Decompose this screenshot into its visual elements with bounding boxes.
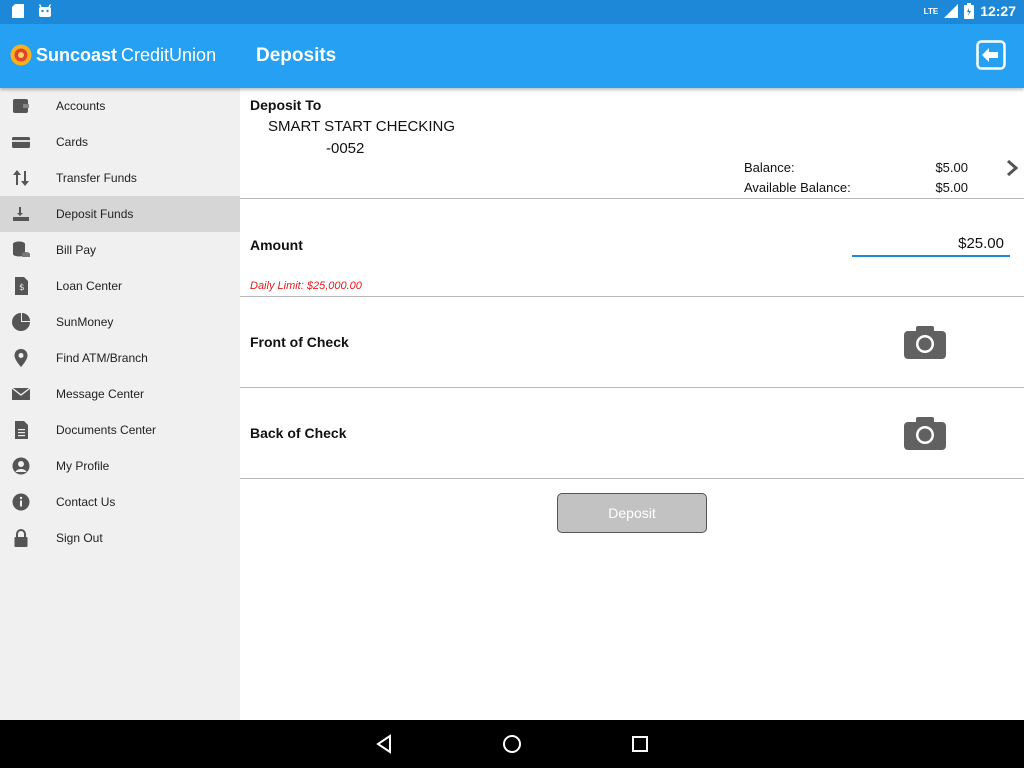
daily-limit-text: Daily Limit: $25,000.00 xyxy=(250,280,362,292)
sidebar-item-label: Cards xyxy=(56,135,89,149)
sidebar-item-sunmoney[interactable]: SunMoney xyxy=(0,304,240,340)
home-icon[interactable] xyxy=(500,732,524,756)
camera-icon[interactable] xyxy=(904,325,946,359)
sidebar-item-label: My Profile xyxy=(56,459,110,473)
available-balance-value: $5.00 xyxy=(935,180,968,195)
sidebar: Accounts Cards Transfer Funds Deposit Fu… xyxy=(0,88,240,720)
sidebar-item-documents-center[interactable]: Documents Center xyxy=(0,412,240,448)
account-number: -0052 xyxy=(326,140,365,157)
chevron-right-icon[interactable] xyxy=(1006,160,1018,176)
lock-icon xyxy=(14,529,28,547)
status-bar: LTE 12:27 xyxy=(0,0,1024,24)
sidebar-item-label: Sign Out xyxy=(56,531,103,545)
sidebar-item-contact-us[interactable]: Contact Us xyxy=(0,484,240,520)
balance-value: $5.00 xyxy=(935,160,968,175)
document-icon xyxy=(15,421,28,439)
svg-text:$: $ xyxy=(19,283,25,293)
sidebar-item-label: SunMoney xyxy=(56,315,114,329)
system-nav-bar xyxy=(0,720,1024,768)
deposit-to-section[interactable]: Deposit To SMART START CHECKING -0052 Ba… xyxy=(240,88,1024,199)
sidebar-item-label: Message Center xyxy=(56,387,145,401)
sidebar-item-label: Find ATM/Branch xyxy=(56,351,148,365)
transfer-arrows-icon xyxy=(13,170,29,186)
network-type: LTE xyxy=(923,6,939,16)
status-right: LTE 12:27 xyxy=(924,3,1016,19)
amount-input[interactable] xyxy=(852,231,1010,255)
user-icon xyxy=(12,457,30,475)
sidebar-item-label: Contact Us xyxy=(56,495,116,509)
clock: 12:27 xyxy=(980,3,1016,19)
brand-name-light: CreditUnion xyxy=(121,44,217,65)
logout-icon[interactable] xyxy=(976,40,1006,70)
sidebar-item-my-profile[interactable]: My Profile xyxy=(0,448,240,484)
sidebar-item-loan-center[interactable]: $ Loan Center xyxy=(0,268,240,304)
sidebar-item-sign-out[interactable]: Sign Out xyxy=(0,520,240,556)
sidebar-item-bill-pay[interactable]: Bill Pay xyxy=(0,232,240,268)
deposit-button[interactable]: Deposit xyxy=(557,493,707,533)
envelope-icon xyxy=(12,387,30,400)
signal-icon xyxy=(944,4,959,18)
sidebar-item-label: Deposit Funds xyxy=(56,207,134,221)
sun-logo-icon xyxy=(10,44,32,66)
account-name: SMART START CHECKING xyxy=(268,118,455,135)
sidebar-item-transfer-funds[interactable]: Transfer Funds xyxy=(0,160,240,196)
sidebar-item-deposit-funds[interactable]: Deposit Funds xyxy=(0,196,240,232)
sidebar-item-label: Documents Center xyxy=(56,423,157,437)
sidebar-item-message-center[interactable]: Message Center xyxy=(0,376,240,412)
app-bar: Suncoast CreditUnion Deposits xyxy=(0,24,1024,88)
document-dollar-icon: $ xyxy=(15,277,28,295)
sidebar-item-label: Accounts xyxy=(56,99,106,113)
sidebar-item-label: Bill Pay xyxy=(56,243,97,257)
sidebar-item-label: Transfer Funds xyxy=(56,171,137,185)
balance-label: Balance: xyxy=(744,160,795,175)
amount-field-wrap xyxy=(852,231,1010,257)
sd-card-icon xyxy=(12,4,24,18)
deposit-form: Deposit To SMART START CHECKING -0052 Ba… xyxy=(240,88,1024,720)
coins-icon xyxy=(13,241,30,257)
back-of-check-section[interactable]: Back of Check xyxy=(240,388,1024,479)
camera-icon[interactable] xyxy=(904,416,946,450)
back-icon[interactable] xyxy=(372,732,396,756)
back-of-check-label: Back of Check xyxy=(250,425,347,441)
battery-icon xyxy=(964,3,975,19)
page-title: Deposits xyxy=(256,45,337,66)
front-of-check-section[interactable]: Front of Check xyxy=(240,297,1024,388)
map-pin-icon xyxy=(14,349,28,367)
status-left-icons xyxy=(12,4,52,18)
available-balance-row: Available Balance: $5.00 xyxy=(744,180,968,195)
deposit-tray-icon xyxy=(13,207,29,221)
amount-section: Amount Daily Limit: $25,000.00 xyxy=(240,199,1024,297)
sidebar-item-find-atm-branch[interactable]: Find ATM/Branch xyxy=(0,340,240,376)
suncoast-logo: Suncoast CreditUnion xyxy=(10,44,216,66)
amount-label: Amount xyxy=(250,237,303,253)
sidebar-item-cards[interactable]: Cards xyxy=(0,124,240,160)
wallet-icon xyxy=(13,99,29,113)
sidebar-item-accounts[interactable]: Accounts xyxy=(0,88,240,124)
brand-name-bold: Suncoast xyxy=(36,44,118,65)
recents-icon[interactable] xyxy=(628,732,652,756)
front-of-check-label: Front of Check xyxy=(250,334,349,350)
card-icon xyxy=(12,137,30,148)
balance-row: Balance: $5.00 xyxy=(744,160,968,175)
sidebar-item-label: Loan Center xyxy=(56,279,123,293)
available-balance-label: Available Balance: xyxy=(744,180,851,195)
android-icon xyxy=(38,4,52,17)
info-icon xyxy=(12,493,30,511)
pie-chart-icon xyxy=(12,313,30,331)
deposit-to-label: Deposit To xyxy=(250,97,322,113)
